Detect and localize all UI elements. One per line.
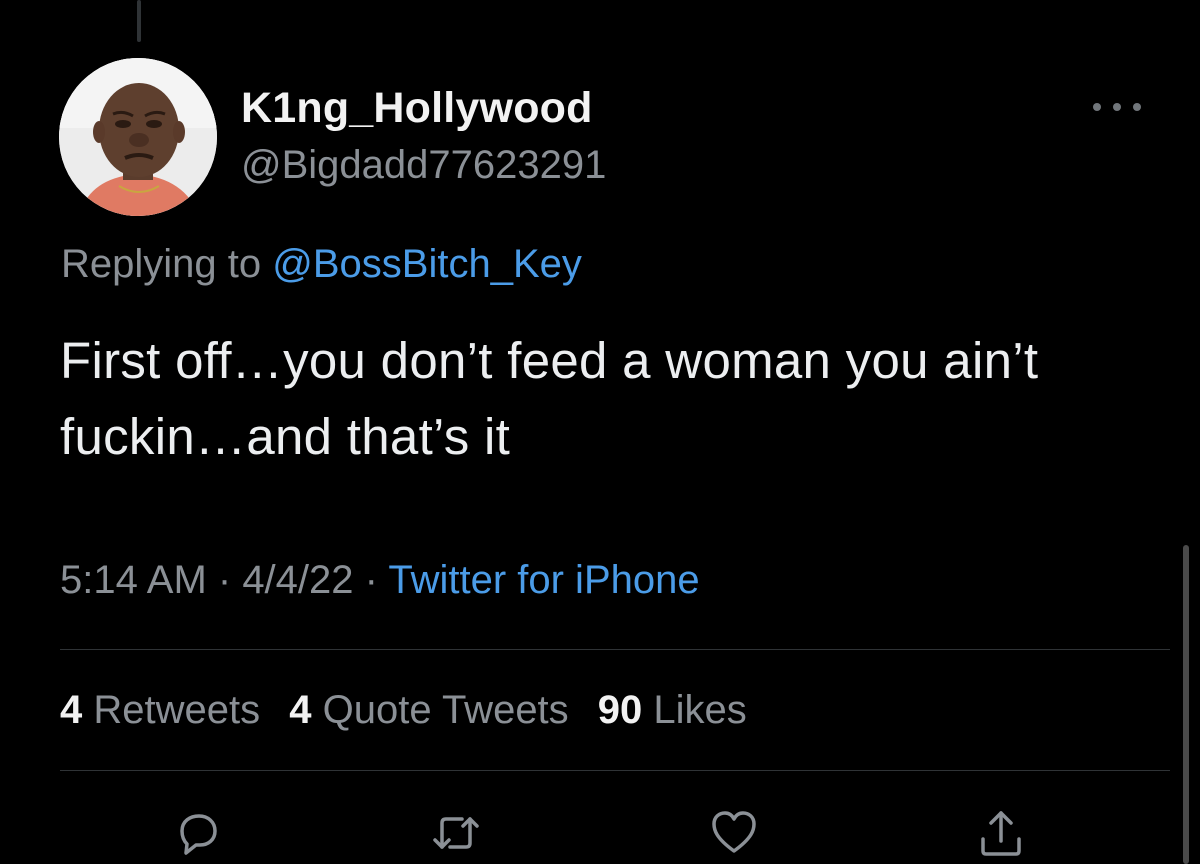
reply-mention-link[interactable]: @BossBitch_Key — [272, 242, 582, 286]
quote-tweets-count: 4 — [289, 688, 312, 732]
retweets-stat[interactable]: 4 Retweets — [60, 688, 260, 732]
replying-to: Replying to @BossBitch_Key — [61, 242, 582, 287]
display-name[interactable]: K1ng_Hollywood — [241, 84, 593, 133]
retweet-icon[interactable] — [428, 805, 484, 861]
more-dot — [1133, 103, 1141, 111]
tweet-action-bar — [0, 805, 1200, 856]
divider — [60, 770, 1170, 771]
more-dot — [1113, 103, 1121, 111]
scrollbar[interactable] — [1183, 545, 1189, 864]
retweet-icon-graphic — [433, 817, 479, 849]
heart-icon[interactable] — [706, 805, 762, 861]
quote-tweets-stat[interactable]: 4 Quote Tweets — [289, 688, 568, 732]
replying-to-label: Replying to — [61, 242, 273, 286]
thread-connector-line — [137, 0, 141, 42]
tweet-time[interactable]: 5:14 AM — [60, 558, 207, 602]
tweet-detail-view: K1ng_Hollywood @Bigdadd77623291 Replying… — [0, 0, 1200, 864]
engagement-stats: 4 Retweets 4 Quote Tweets 90 Likes — [60, 688, 765, 733]
meta-separator: · — [353, 558, 389, 602]
retweets-count: 4 — [60, 688, 83, 732]
tweet-metadata: 5:14 AM · 4/4/22 · Twitter for iPhone — [60, 558, 700, 603]
heart-icon-graphic — [712, 811, 756, 853]
tweet-date[interactable]: 4/4/22 — [242, 558, 353, 602]
likes-count: 90 — [597, 688, 643, 732]
likes-stat[interactable]: 90 Likes — [598, 688, 747, 732]
reply-icon-graphic — [180, 814, 217, 855]
tweet-source-link[interactable]: Twitter for iPhone — [388, 558, 699, 602]
avatar[interactable] — [59, 58, 217, 216]
share-icon[interactable] — [973, 805, 1029, 861]
divider — [60, 649, 1170, 650]
likes-label: Likes — [642, 688, 747, 732]
avatar-photo — [59, 58, 217, 216]
user-handle[interactable]: @Bigdadd77623291 — [241, 143, 606, 188]
share-icon-graphic — [981, 811, 1021, 856]
more-dot — [1093, 103, 1101, 111]
meta-separator: · — [206, 558, 243, 602]
tweet-text: First off…you don’t feed a woman you ain… — [60, 332, 1039, 465]
reply-icon[interactable] — [170, 805, 226, 861]
quote-tweets-label: Quote Tweets — [311, 688, 569, 732]
retweets-label: Retweets — [82, 688, 261, 732]
more-icon[interactable] — [1093, 94, 1141, 120]
